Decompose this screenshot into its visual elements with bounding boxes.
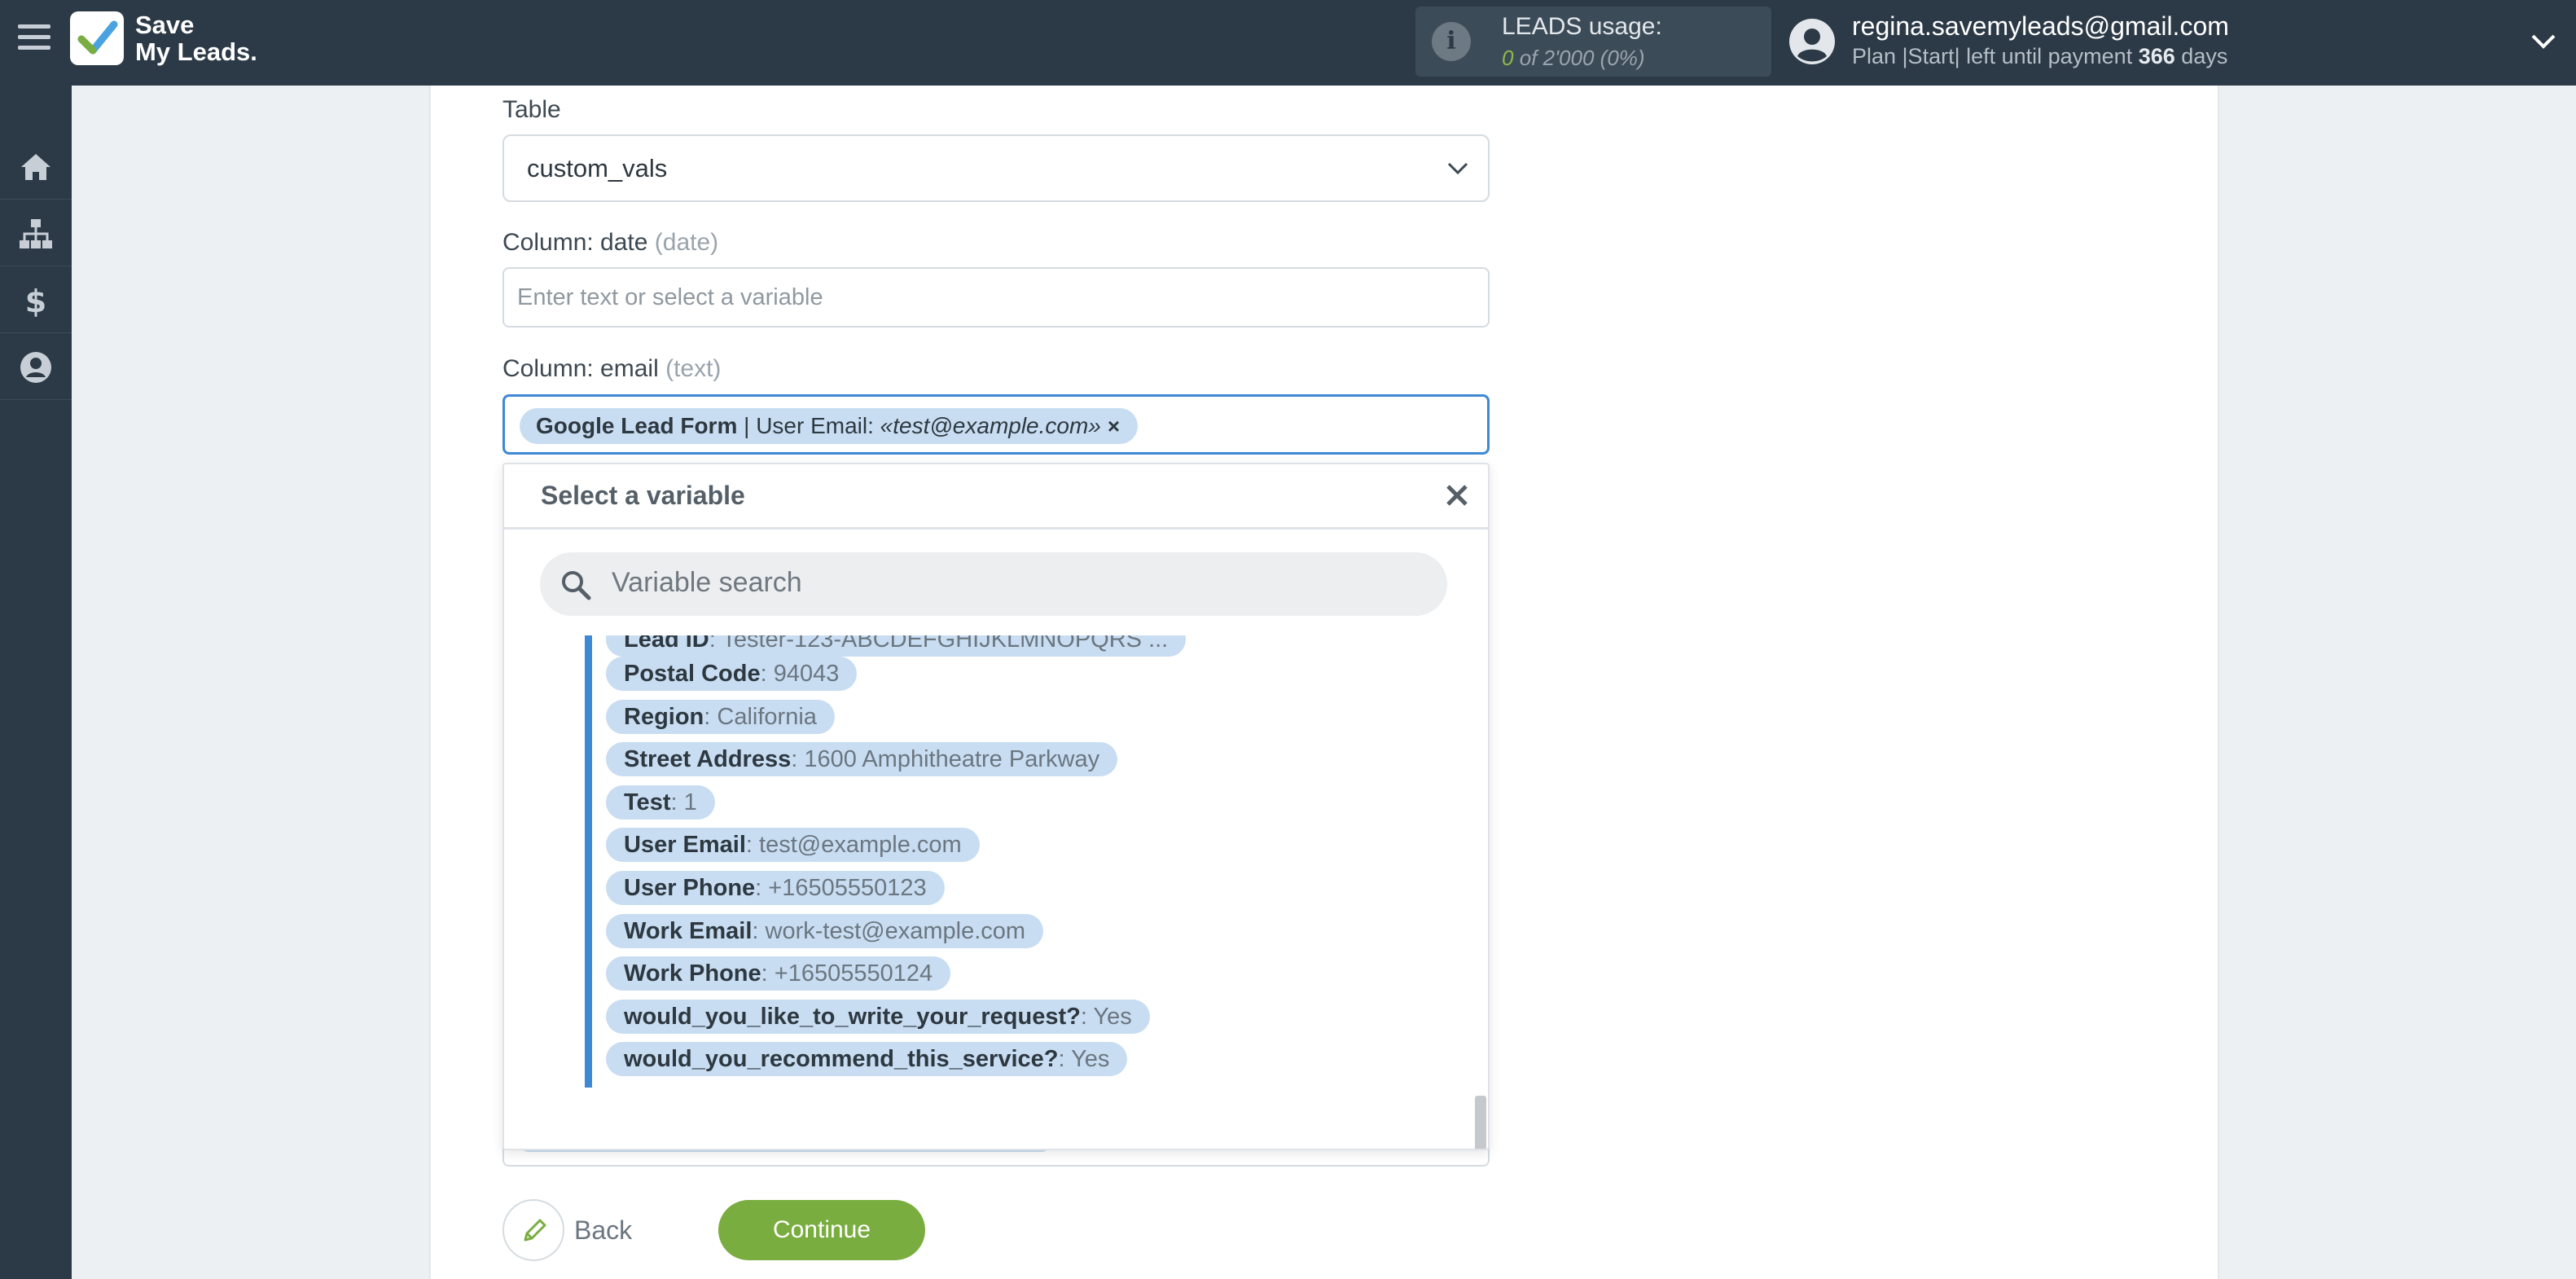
list-item-region[interactable]: Region: California bbox=[606, 700, 835, 734]
sitemap-icon bbox=[20, 219, 52, 248]
list-item-street-address[interactable]: Street Address: 1600 Amphitheatre Parkwa… bbox=[606, 742, 1118, 776]
list-item-recommend-service[interactable]: would_you_recommend_this_service?: Yes bbox=[606, 1042, 1128, 1076]
date-type: (date) bbox=[654, 229, 719, 256]
table-label: Table bbox=[502, 96, 561, 123]
user-icon bbox=[20, 352, 51, 383]
list-item-lead-id[interactable]: Lead ID: Tester-123-ABCDEFGHIJKLMNOPQRS … bbox=[606, 635, 1187, 657]
plan-prefix: Plan |Start| left until payment bbox=[1852, 44, 2133, 68]
variable-dropdown: Select a variable Variable search Lead I… bbox=[502, 463, 1490, 1150]
chip-field: | User Email: bbox=[737, 413, 880, 438]
home-icon bbox=[21, 154, 50, 180]
leads-usage-box: i LEADS usage: 0 of 2'000 (0%) bbox=[1415, 7, 1771, 77]
plan-days: 366 bbox=[2138, 44, 2175, 68]
usage-title: LEADS usage: bbox=[1502, 13, 1662, 40]
email-column-input[interactable]: Google Lead Form | User Email: «test@exa… bbox=[502, 394, 1490, 455]
group-indicator bbox=[585, 635, 592, 1088]
list-item-work-email[interactable]: Work Email: work-test@example.com bbox=[606, 914, 1044, 948]
date-placeholder: Enter text or select a variable bbox=[517, 284, 823, 310]
search-icon bbox=[562, 571, 591, 600]
usage-percent: (0%) bbox=[1600, 46, 1645, 70]
usage-value: 0 of 2'000 (0%) bbox=[1502, 46, 1645, 71]
close-icon[interactable] bbox=[1442, 481, 1472, 510]
back-label: Back bbox=[574, 1215, 633, 1245]
back-button[interactable]: Back bbox=[502, 1199, 633, 1261]
chip-value: «test@example.com» bbox=[880, 413, 1101, 438]
avatar-icon[interactable] bbox=[1788, 18, 1836, 65]
sidebar: $ bbox=[0, 86, 72, 1279]
table-select[interactable]: custom_vals bbox=[502, 134, 1490, 202]
logo-line-1: Save bbox=[135, 11, 195, 39]
chevron-down-icon bbox=[1447, 162, 1468, 175]
list-item-user-email[interactable]: User Email: test@example.com bbox=[606, 828, 980, 862]
variable-chip[interactable]: Google Lead Form | User Email: «test@exa… bbox=[520, 408, 1139, 444]
dropdown-title: Select a variable bbox=[541, 481, 745, 510]
email-type: (text) bbox=[665, 355, 722, 382]
variable-list: Lead ID: Tester-123-ABCDEFGHIJKLMNOPQRS … bbox=[504, 635, 1465, 1108]
list-item-work-phone[interactable]: Work Phone: +16505550124 bbox=[606, 956, 951, 991]
date-label-text: Column: date bbox=[502, 229, 648, 256]
email-label-text: Column: email bbox=[502, 355, 659, 382]
usage-used: 0 bbox=[1502, 46, 1514, 70]
table-select-value: custom_vals bbox=[527, 154, 668, 182]
sidebar-item-account[interactable] bbox=[0, 333, 72, 400]
plan-suffix: days bbox=[2181, 44, 2228, 68]
continue-button[interactable]: Continue bbox=[718, 1200, 925, 1260]
info-icon: i bbox=[1432, 22, 1471, 61]
date-column-label: Column: date (date) bbox=[502, 229, 718, 257]
logo-text[interactable]: Save My Leads. bbox=[135, 11, 257, 65]
email-column-label: Column: email (text) bbox=[502, 355, 721, 383]
user-plan: Plan |Start| left until payment 366 days bbox=[1852, 44, 2227, 69]
svg-text:$: $ bbox=[25, 283, 46, 319]
usage-of: of 2'000 bbox=[1519, 46, 1595, 70]
logo-line-2: My Leads. bbox=[135, 37, 257, 66]
user-email[interactable]: regina.savemyleads@gmail.com bbox=[1852, 11, 2229, 42]
list-item-user-phone[interactable]: User Phone: +16505550123 bbox=[606, 871, 945, 905]
dropdown-header: Select a variable bbox=[504, 464, 1488, 530]
pencil-icon bbox=[524, 1219, 546, 1242]
date-column-input[interactable]: Enter text or select a variable bbox=[502, 267, 1490, 327]
search-placeholder: Variable search bbox=[612, 567, 802, 598]
top-bar: Save My Leads. i LEADS usage: 0 of 2'000… bbox=[0, 0, 2576, 86]
list-item-postal-code[interactable]: Postal Code: 94043 bbox=[606, 657, 858, 691]
sidebar-item-billing[interactable]: $ bbox=[0, 266, 72, 333]
back-circle bbox=[502, 1199, 564, 1261]
chip-remove-icon[interactable]: × bbox=[1108, 414, 1120, 438]
chip-source: Google Lead Form bbox=[536, 413, 738, 438]
dollar-icon: $ bbox=[25, 283, 46, 319]
list-item-test[interactable]: Test: 1 bbox=[606, 785, 715, 820]
sidebar-item-home[interactable] bbox=[0, 133, 72, 200]
dropdown-scrollbar[interactable] bbox=[1475, 1096, 1486, 1149]
sidebar-item-connections[interactable] bbox=[0, 200, 72, 266]
menu-icon[interactable] bbox=[18, 24, 50, 54]
list-item-write-request[interactable]: would_you_like_to_write_your_request?: Y… bbox=[606, 1000, 1150, 1034]
logo-icon[interactable] bbox=[70, 11, 124, 65]
variable-search-input[interactable]: Variable search bbox=[540, 552, 1447, 616]
chevron-down-icon[interactable] bbox=[2530, 31, 2557, 52]
